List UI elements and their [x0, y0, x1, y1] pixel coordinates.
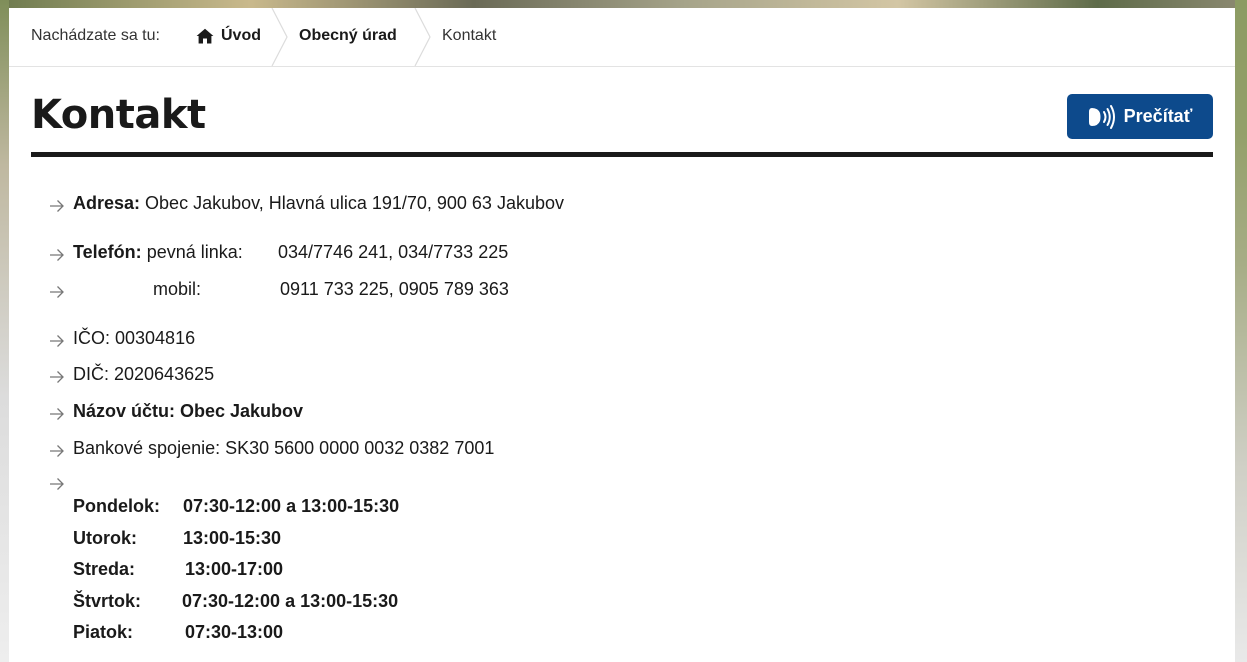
phone-landline-label: pevná linka:	[146, 242, 243, 262]
address-label: Adresa:	[73, 193, 141, 213]
phone-mobile-value: 0911 733 225, 0905 789 363	[280, 279, 509, 299]
office-hours-day: Pondelok:	[73, 496, 161, 516]
arrow-right-icon	[49, 370, 65, 384]
office-hours-time: 13:00-15:30	[183, 528, 282, 548]
read-aloud-button[interactable]: Prečítať	[1067, 94, 1213, 139]
phone-mobile-label: mobil:	[153, 279, 202, 299]
speaker-icon	[1088, 104, 1115, 129]
office-hours-day: Streda:	[73, 559, 136, 579]
home-icon	[196, 28, 214, 44]
arrow-right-icon	[49, 477, 65, 491]
phone-landline-value: 034/7746 241, 034/7733 225	[278, 242, 509, 262]
breadcrumb-office-link[interactable]: Obecný úrad	[299, 27, 397, 45]
page-title: Kontakt	[31, 92, 206, 138]
breadcrumb-home-label: Úvod	[221, 27, 261, 44]
office-hours-day: Utorok:	[73, 528, 137, 548]
arrow-right-icon	[49, 444, 65, 458]
ico-text: IČO: 00304816	[73, 328, 196, 348]
breadcrumb: Nachádzate sa tu: Úvod Obecný úrad Konta…	[9, 8, 1235, 67]
background-image-left	[0, 0, 9, 662]
arrow-right-icon	[49, 407, 65, 421]
office-hours-day: Štvrtok:	[73, 591, 142, 611]
breadcrumb-home-link[interactable]: Úvod	[196, 27, 261, 45]
read-aloud-label: Prečítať	[1123, 106, 1193, 126]
bank-text: Bankové spojenie: SK30 5600 0000 0032 03…	[73, 438, 495, 458]
dic-text: DIČ: 2020643625	[73, 364, 215, 384]
arrow-right-icon	[49, 285, 65, 299]
office-hours-time: 13:00-17:00	[185, 559, 284, 579]
arrow-right-icon	[49, 334, 65, 348]
office-hours-day: Piatok:	[73, 622, 134, 642]
breadcrumb-separator	[271, 8, 289, 66]
title-divider	[31, 152, 1213, 157]
office-hours-time: 07:30-12:00 a 13:00-15:30	[183, 496, 400, 516]
breadcrumb-separator	[414, 8, 432, 66]
office-hours-time: 07:30-13:00	[185, 622, 284, 642]
address-value: Obec Jakubov, Hlavná ulica 191/70, 900 6…	[145, 193, 564, 213]
arrow-right-icon	[49, 199, 65, 213]
office-hours-time: 07:30-12:00 a 13:00-15:30	[182, 591, 399, 611]
breadcrumb-prefix: Nachádzate sa tu:	[31, 27, 160, 44]
content-card: Nachádzate sa tu: Úvod Obecný úrad Konta…	[9, 8, 1235, 662]
phone-label: Telefón:	[73, 242, 142, 262]
background-image-right	[1235, 0, 1247, 662]
account-name: Názov účtu: Obec Jakubov	[73, 401, 304, 421]
breadcrumb-current: Kontakt	[442, 27, 497, 44]
arrow-right-icon	[49, 248, 65, 262]
